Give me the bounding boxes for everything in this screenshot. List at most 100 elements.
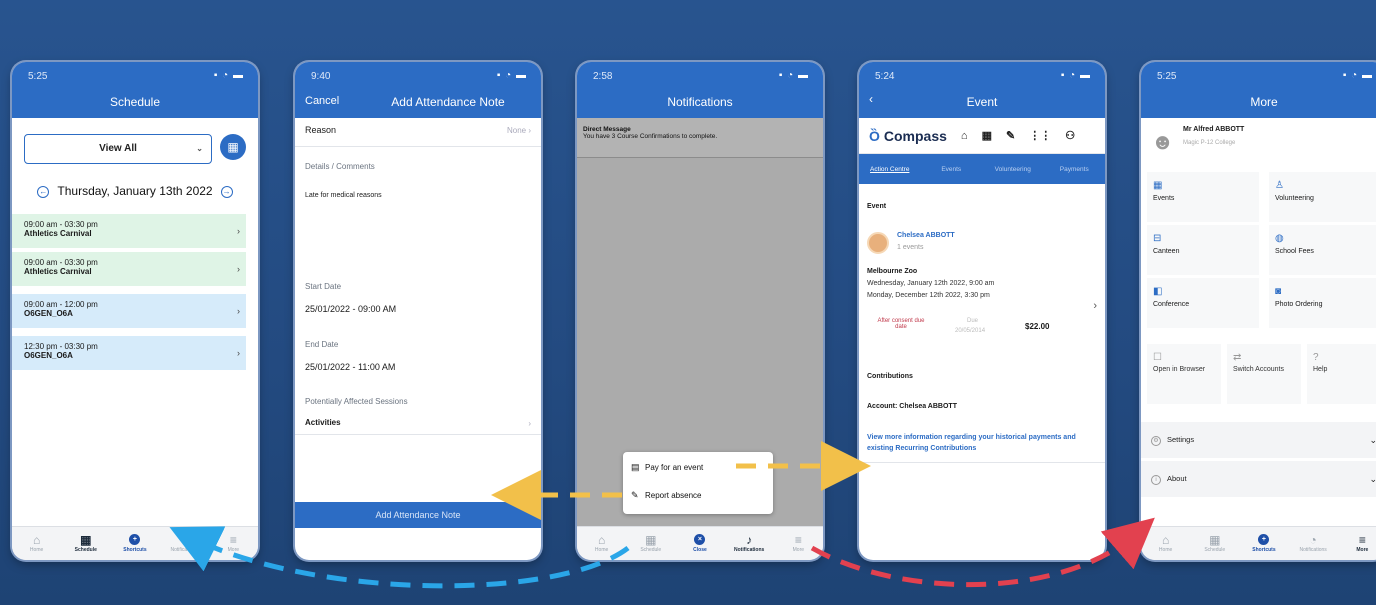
calendar-button[interactable]: ▦ [220,134,246,160]
chevron-right-icon: › [237,306,240,316]
phone-notifications: 2:58 ▪ ◔ ▬ Notifications Direct Message … [577,62,823,560]
people-icon[interactable]: ⚇ [1065,129,1075,142]
tab-more[interactable]: ≡ More [1342,533,1376,554]
calendar-icon[interactable]: ▦ [982,129,992,142]
app-header: Ȍ Compass ⌂ ▦ ✎ ⋮⋮ ⚇ [859,118,1105,154]
menu-help[interactable]: ? Help [1307,344,1376,404]
calendar-icon: ▦ [1153,180,1163,191]
phone-attendance-note: 9:40 ▪ ◔ ▬ Cancel Add Attendance Note Re… [295,62,541,560]
reason-select[interactable]: None › [305,126,531,135]
prev-day-icon[interactable]: ← [37,185,50,198]
menu-conference[interactable]: ◧ Conference [1147,278,1259,328]
tab-more[interactable]: ≡ More [778,534,818,554]
tab-home[interactable]: ⌂ Home [582,533,622,554]
end-date-field[interactable]: 25/01/2022 - 11:00 AM [305,362,395,372]
cancel-button[interactable]: Cancel [305,95,339,107]
nav-bar: 5:25 ▪ ◔ ▬ More [1141,62,1376,118]
history-link[interactable]: View more information regarding your his… [867,432,1099,454]
notification-item[interactable]: Direct Message You have 3 Course Confirm… [577,118,823,158]
tab-more[interactable]: ≡ More [213,533,253,554]
view-all-dropdown[interactable]: View All ⌄ [24,134,212,164]
menu-open-in-browser[interactable]: ☐ Open in Browser [1147,344,1221,404]
menu-label: Photo Ordering [1275,301,1323,308]
event-time: 09:00 am - 03:30 pm [24,258,98,267]
phone-more: 5:25 ▪ ◔ ▬ More ☻ Mr Alfred ABBOTT Magic… [1141,62,1376,560]
page-title: Add Attendance Note [391,95,505,109]
tab-label: Schedule [1204,547,1226,553]
tab-payments[interactable]: Payments [1044,166,1106,173]
about-row[interactable]: i About ⌄ [1141,461,1376,497]
schedule-event[interactable]: 09:00 am - 03:30 pm Athletics Carnival › [12,214,246,248]
tab-home[interactable]: ⌂ Home [1146,534,1186,554]
menu-icon: ≡ [1358,533,1366,547]
menu-events[interactable]: ▦ Events [1147,172,1259,222]
menu-school-fees[interactable]: ◍ School Fees [1269,225,1376,275]
card-icon: ▤ [631,462,640,472]
nav-bar: 5:24 ▪ ◔ ▬ ‹ Event [859,62,1105,118]
reason-value: None [506,126,527,135]
schedule-event[interactable]: 09:00 am - 03:30 pm Athletics Carnival › [12,252,246,286]
tab-schedule[interactable]: ▦ Schedule [66,534,106,554]
bell-icon: ◔ [1309,533,1317,547]
nav-bar: 5:25 ▪ ◔ ▬ Schedule [12,62,258,118]
switch-icon: ⇄ [1233,352,1242,363]
due-label: Due [967,318,979,324]
menu-volunteering[interactable]: ♙ Volunteering [1269,172,1376,222]
event-name: O6GEN_O6A [24,351,73,360]
tab-notifications[interactable]: ♪ Notifications [729,534,769,554]
tab-home[interactable]: ⌂ Home [17,534,57,554]
menu-canteen[interactable]: ⊟ Canteen [1147,225,1259,275]
pencil-icon[interactable]: ✎ [1006,129,1015,142]
shortcuts-icon: + [129,534,141,545]
account-name: Account: Chelsea ABBOTT [867,403,957,410]
tab-shortcuts[interactable]: + Shortcuts [115,534,155,553]
pay-for-event-item[interactable]: ▤ Pay for an event [631,462,703,473]
menu-label: Canteen [1153,248,1180,255]
schedule-event[interactable]: 12:30 pm - 03:30 pm O6GEN_O6A › [12,336,246,370]
page-title: More [1250,95,1278,109]
phone-event: 5:24 ▪ ◔ ▬ ‹ Event Ȍ Compass ⌂ ▦ ✎ ⋮⋮ ⚇ … [859,62,1105,560]
message-title: Direct Message [583,126,631,133]
camera-icon: ◙ [1275,286,1282,297]
tab-action-centre[interactable]: Action Centre [859,166,921,173]
details-textarea[interactable]: Late for medical reasons [305,192,382,199]
end-date-label: End Date [305,340,339,349]
tab-label: Shortcuts [123,547,147,553]
tab-shortcuts[interactable]: + Shortcuts [1244,534,1284,553]
tab-notifications[interactable]: ◔ Notifications [1293,533,1333,554]
divider [295,434,541,435]
add-attendance-note-button[interactable]: Add Attendance Note [295,502,541,528]
tab-events[interactable]: Events [921,166,983,173]
report-absence-item[interactable]: ✎ Report absence [631,490,701,501]
shortcuts-popup: ▤ Pay for an event ✎ Report absence [623,452,773,514]
menu-switch-accounts[interactable]: ⇄ Switch Accounts [1227,344,1301,404]
event-name: Melbourne Zoo [867,268,918,275]
tab-volunteering[interactable]: Volunteering [982,166,1044,173]
next-day-icon[interactable]: → [220,185,233,198]
menu-photo-ordering[interactable]: ◙ Photo Ordering [1269,278,1376,328]
sessions-label: Potentially Affected Sessions [305,397,408,406]
tab-notifications[interactable]: ◔ Notifications [164,534,204,554]
tab-close[interactable]: × Close [680,534,720,553]
gear-icon: ⚙ [1151,436,1161,446]
home-icon[interactable]: ⌂ [961,130,968,142]
page-title: Schedule [109,95,161,109]
contributions-heading: Contributions [867,373,913,380]
due-date: 20/05/2014 [955,328,986,334]
person-name[interactable]: Chelsea ABBOTT [897,232,955,239]
tab-schedule[interactable]: ▦ Schedule [1195,534,1235,554]
settings-row[interactable]: ⚙ Settings ⌄ [1141,422,1376,458]
info-icon: i [1151,475,1161,485]
grid-icon[interactable]: ⋮⋮ [1029,129,1051,142]
page-title: Notifications [667,95,733,109]
start-date-field[interactable]: 25/01/2022 - 09:00 AM [305,304,396,314]
schedule-event[interactable]: 09:00 am - 12:00 pm O6GEN_O6A › [12,294,246,328]
user-name: Mr Alfred ABBOTT [1183,126,1245,133]
chevron-right-icon[interactable]: › [1093,300,1097,312]
menu-icon: ≡ [229,533,237,547]
home-icon: ⌂ [597,533,606,547]
section-heading: Event [867,203,887,210]
shortcuts-icon: + [1258,534,1270,545]
tab-schedule[interactable]: ▦ Schedule [631,534,671,554]
tab-label: More [227,547,240,553]
